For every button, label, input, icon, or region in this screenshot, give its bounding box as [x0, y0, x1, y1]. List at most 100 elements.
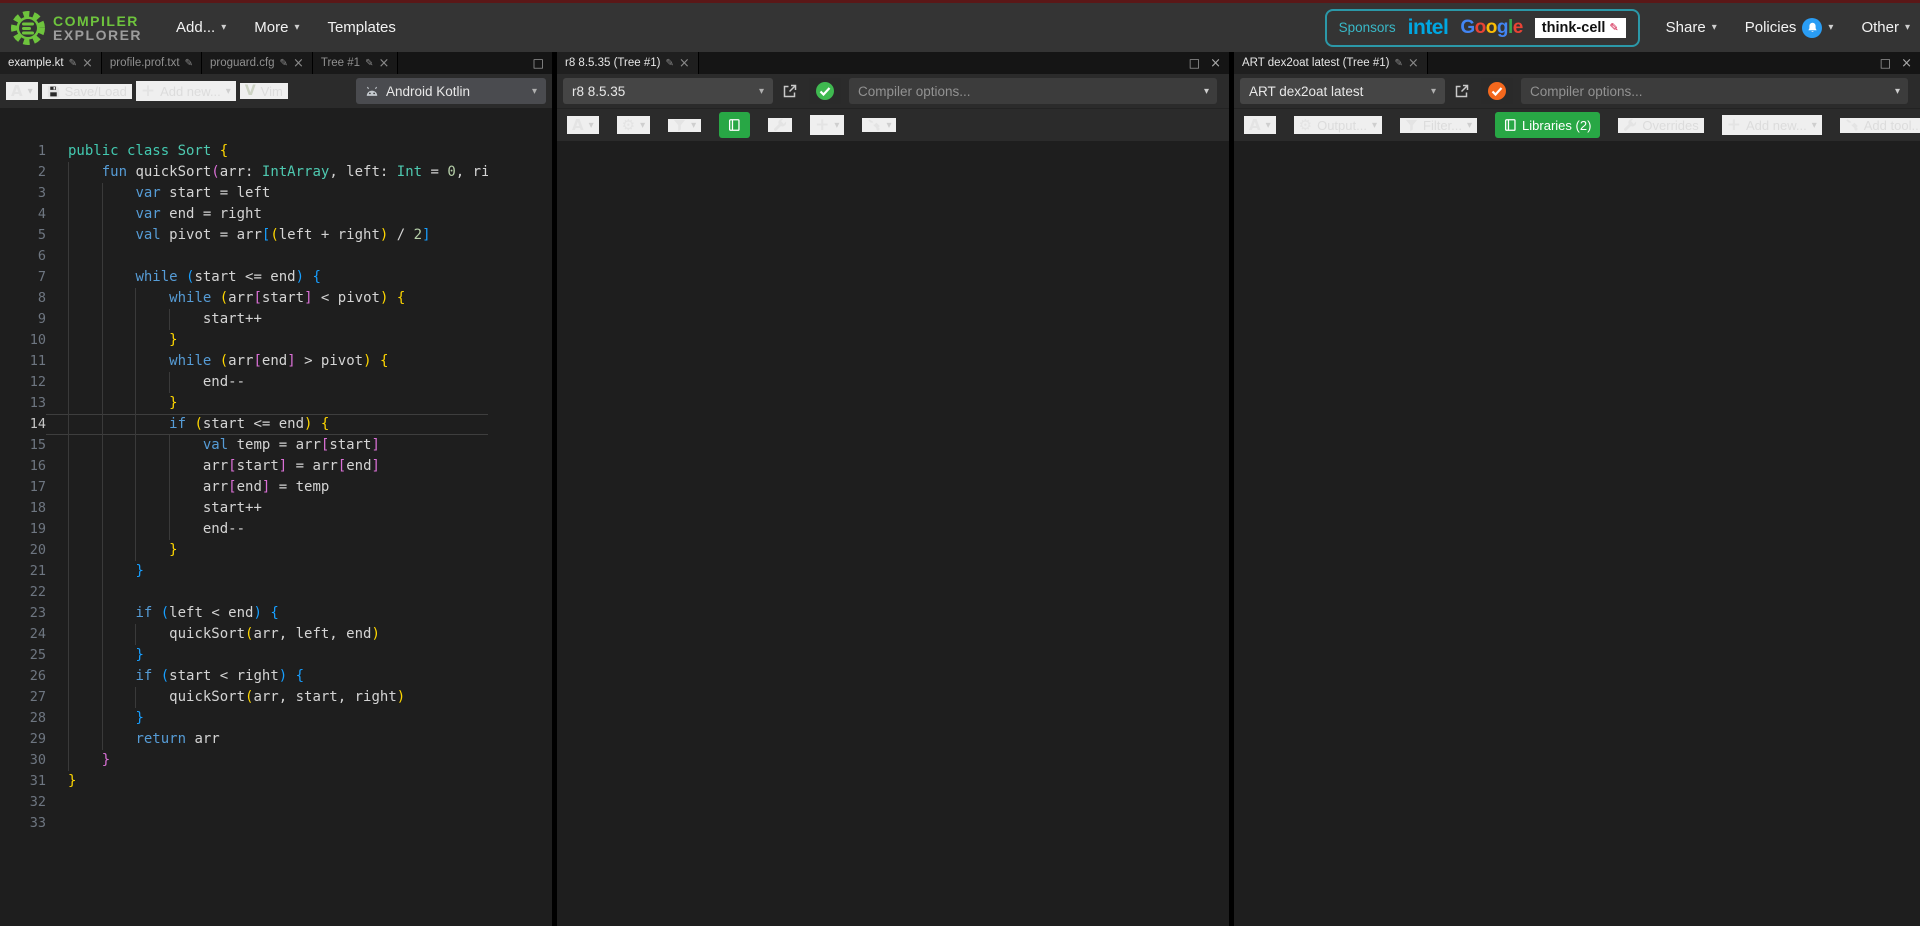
- code-line-3[interactable]: 3 var start = left: [0, 183, 488, 204]
- code-line-9[interactable]: 9 start++: [0, 309, 488, 330]
- code-line-5[interactable]: 5 val pivot = arr[(left + right) / 2]: [0, 225, 488, 246]
- code-line-7[interactable]: 7 while (start <= end) {: [0, 267, 488, 288]
- code-line-18[interactable]: 18 start++: [0, 498, 488, 519]
- code-line-25[interactable]: 25}: [0, 645, 488, 666]
- toolbar-button-wrench[interactable]: [768, 118, 793, 132]
- code-token: start: [261, 290, 305, 306]
- close-icon[interactable]: ×: [1901, 56, 1912, 71]
- chevron-down-icon[interactable]: ▾: [1204, 86, 1217, 97]
- code-line-12[interactable]: 12 end--: [0, 372, 488, 393]
- toolbar-button-add-tool[interactable]: Add tool...▾: [1839, 117, 1920, 133]
- toolbar-button-filter[interactable]: Filter... ▾: [1400, 117, 1478, 133]
- code-token: quickSort: [169, 689, 246, 705]
- code-token: {: [312, 269, 321, 285]
- maximize-icon[interactable]: □: [1880, 56, 1891, 70]
- compiler-options-input[interactable]: [849, 83, 1204, 99]
- nav-item-other[interactable]: Other ▾: [1861, 19, 1910, 36]
- toolbar-button-overrides[interactable]: Overrides: [1618, 117, 1704, 133]
- tab-example.kt[interactable]: example.kt ✎ ×: [0, 52, 102, 74]
- indent-guide: [101, 645, 136, 666]
- intel-logo[interactable]: intel: [1408, 16, 1449, 40]
- code-line-30[interactable]: 30}: [0, 750, 488, 771]
- code-line-8[interactable]: 8 while (arr[start] < pivot) {: [0, 288, 488, 309]
- open-in-new-window-icon[interactable]: [1449, 78, 1475, 104]
- toolbar-button-add-new[interactable]: + Add new... ▾: [135, 81, 236, 101]
- maximize-icon[interactable]: □: [533, 56, 544, 70]
- nav-item-add-[interactable]: Add... ▾: [176, 19, 226, 36]
- code-line-26[interactable]: 26 if (start < right) {: [0, 666, 488, 687]
- sponsors-box[interactable]: Sponsors intel Google think-cell ✎: [1324, 8, 1640, 47]
- code-line-1[interactable]: 1 public class Sort {: [0, 141, 488, 162]
- code-line-17[interactable]: 17 arr[end] = temp: [0, 477, 488, 498]
- toolbar-button-font-size[interactable]: A ▾: [1244, 116, 1276, 134]
- code-line-24[interactable]: 24 quickSort(arr, left, end): [0, 624, 488, 645]
- compile-status-badge-warning[interactable]: [1481, 78, 1513, 104]
- indent-guide: [135, 498, 169, 519]
- code-line-31[interactable]: 31}: [0, 771, 488, 792]
- maximize-icon[interactable]: □: [1189, 56, 1200, 70]
- code-line-27[interactable]: 27 quickSort(arr, start, right): [0, 687, 488, 708]
- nav-item-templates[interactable]: Templates: [327, 19, 395, 36]
- chevron-down-icon: ▾: [294, 22, 300, 33]
- code-line-13[interactable]: 13}: [0, 393, 488, 414]
- toolbar-button-font-size[interactable]: A ▾: [6, 82, 38, 100]
- compiler-explorer-logo[interactable]: COMPILER EXPLORER: [10, 10, 142, 46]
- tab-art-dex2oat-latest-tree-1-[interactable]: ART dex2oat latest (Tree #1) ✎ ×: [1234, 52, 1428, 74]
- code-line-23[interactable]: 23 if (left < end) {: [0, 603, 488, 624]
- code-line-content: }: [46, 645, 488, 666]
- tab-proguard.cfg[interactable]: proguard.cfg ✎ ×: [201, 52, 313, 74]
- navbar-right-menu: Share ▾ Policies ▾ Other ▾: [1666, 17, 1910, 38]
- code-line-15[interactable]: 15 val temp = arr[start]: [0, 435, 488, 456]
- nav-item-policies[interactable]: Policies ▾: [1745, 17, 1833, 38]
- tab-profile.prof.txt[interactable]: profile.prof.txt ✎: [101, 52, 202, 74]
- code-token: , ri: [455, 164, 488, 180]
- panes-container: example.kt ✎ × profile.prof.txt ✎ proguard.cf…: [0, 52, 1920, 926]
- nav-item-share[interactable]: Share ▾: [1666, 19, 1717, 36]
- toolbar-button-vim[interactable]: V Vim: [239, 83, 288, 99]
- code-line-2[interactable]: 2 fun quickSort(arr: IntArray, left: Int …: [0, 162, 488, 183]
- google-logo[interactable]: Google: [1460, 17, 1523, 39]
- nav-item-more[interactable]: More ▾: [254, 19, 299, 36]
- code-line-10[interactable]: 10}: [0, 330, 488, 351]
- code-line-14[interactable]: 14 if (start <= end) {: [0, 414, 488, 435]
- code-line-19[interactable]: 19 end--: [0, 519, 488, 540]
- r8-output-editor[interactable]: [557, 141, 1229, 926]
- think-cell-logo[interactable]: think-cell ✎: [1534, 17, 1626, 38]
- chevron-down-icon: ▾: [1711, 22, 1717, 33]
- code-line-16[interactable]: 16 arr[start] = arr[end]: [0, 456, 488, 477]
- compile-status-badge-ok[interactable]: [809, 78, 841, 104]
- close-icon[interactable]: ×: [1210, 56, 1221, 71]
- toolbar-button-plus[interactable]: + ▾: [810, 115, 845, 135]
- toolbar-button-add-new[interactable]: + Add new... ▾: [1721, 115, 1822, 135]
- code-line-4[interactable]: 4 var end = right: [0, 204, 488, 225]
- source-code-editor[interactable]: 1 public class Sort {2 fun quickSort(arr: …: [0, 141, 552, 926]
- code-line-29[interactable]: 29 return arr: [0, 729, 488, 750]
- code-line-content: }: [46, 330, 488, 351]
- language-select[interactable]: Android Kotlin ▾: [356, 78, 546, 104]
- compiler-select-r8[interactable]: r8 8.5.35 ▾: [563, 78, 773, 104]
- line-number: 17: [29, 479, 46, 495]
- code-line-21[interactable]: 21}: [0, 561, 488, 582]
- toolbar-button-font-size[interactable]: A ▾: [567, 116, 599, 134]
- code-line-28[interactable]: 28}: [0, 708, 488, 729]
- toolbar-button-save-load[interactable]: Save/Load: [41, 83, 132, 99]
- open-in-new-window-icon[interactable]: [777, 78, 803, 104]
- chevron-down-icon[interactable]: ▾: [1895, 86, 1908, 97]
- toolbar-button-output[interactable]: ⚙ Output... ▾: [1293, 116, 1382, 134]
- compiler-select-dex2oat[interactable]: ART dex2oat latest ▾: [1240, 78, 1445, 104]
- code-line-6[interactable]: 6: [0, 246, 488, 267]
- tab-r8-8.5.35-tree-1-[interactable]: r8 8.5.35 (Tree #1) ✎ ×: [557, 52, 699, 74]
- toolbar-button-filter[interactable]: ▾: [668, 118, 702, 132]
- code-line-33[interactable]: 33: [0, 813, 488, 834]
- code-line-20[interactable]: 20}: [0, 540, 488, 561]
- toolbar-button-book[interactable]: [719, 112, 751, 138]
- toolbar-button-gear[interactable]: ⚙ ▾: [616, 116, 651, 134]
- code-line-22[interactable]: 22: [0, 582, 488, 603]
- toolbar-button-libraries-2[interactable]: Libraries (2): [1495, 112, 1601, 138]
- toolbar-button-screwdriver[interactable]: ▾: [862, 118, 897, 132]
- code-line-11[interactable]: 11 while (arr[end] > pivot) {: [0, 351, 488, 372]
- dex2oat-output-editor[interactable]: [1234, 141, 1920, 926]
- tab-tree-1[interactable]: Tree #1 ✎ ×: [312, 52, 399, 74]
- code-line-32[interactable]: 32: [0, 792, 488, 813]
- compiler-options-input[interactable]: [1521, 83, 1895, 99]
